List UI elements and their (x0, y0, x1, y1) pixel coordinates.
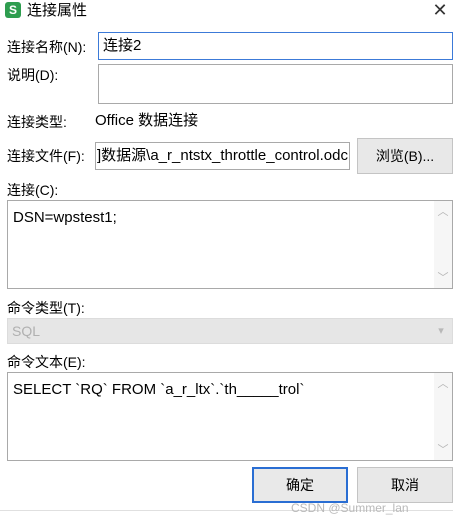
connection-string-value: DSN=wpstest1; (13, 209, 117, 226)
close-icon[interactable]: ✕ (428, 0, 452, 22)
command-text-textarea[interactable]: SELECT `RQ` FROM `a_r_ltx`.`th_____trol`… (7, 372, 453, 461)
wps-app-icon: S (5, 2, 21, 18)
connection-file-value: ]数据源\a_r_ntstx_throttle_control.odc (97, 147, 348, 164)
connection-type-value: Office 数据连接 (95, 112, 199, 129)
description-input[interactable] (98, 64, 453, 104)
description-label: 说明(D): (7, 67, 59, 83)
scroll-down-arrow-icon[interactable]: ﹀ (435, 441, 451, 457)
connection-string-textarea[interactable]: DSN=wpstest1; ︿ ﹀ (7, 200, 453, 289)
scroll-up-arrow-icon[interactable]: ︿ (435, 375, 451, 391)
connection-string-label: 连接(C): (7, 182, 59, 198)
connection-file-input[interactable]: ]数据源\a_r_ntstx_throttle_control.odc (95, 142, 350, 170)
scroll-up-arrow-icon[interactable]: ︿ (435, 203, 451, 219)
connection-type-label: 连接类型: (7, 114, 67, 130)
dropdown-arrow-icon[interactable]: ▾ (433, 324, 449, 337)
command-type-label: 命令类型(T): (7, 300, 85, 316)
window-title: 连接属性 (27, 2, 88, 19)
command-type-select[interactable]: SQL ▾ (7, 318, 453, 344)
browse-button[interactable]: 浏览(B)... (357, 138, 453, 174)
connection-name-label: 连接名称(N): (7, 39, 87, 55)
scroll-down-arrow-icon[interactable]: ﹀ (435, 269, 451, 285)
command-text-scrollbar[interactable]: ︿ ﹀ (434, 373, 452, 460)
command-type-value: SQL (12, 323, 41, 339)
title-bar: S 连接属性 ✕ (0, 0, 453, 23)
command-text-value: SELECT `RQ` FROM `a_r_ltx`.`th_____trol` (13, 381, 305, 398)
connection-file-label: 连接文件(F): (7, 148, 85, 164)
cancel-button[interactable]: 取消 (357, 467, 453, 503)
watermark-text: CSDN @Summer_lan (291, 501, 409, 515)
ok-button[interactable]: 确定 (252, 467, 348, 503)
command-text-label: 命令文本(E): (7, 354, 86, 370)
connection-scrollbar[interactable]: ︿ ﹀ (434, 201, 452, 288)
connection-name-value: 连接2 (103, 37, 142, 54)
connection-name-input[interactable]: 连接2 (98, 32, 453, 60)
